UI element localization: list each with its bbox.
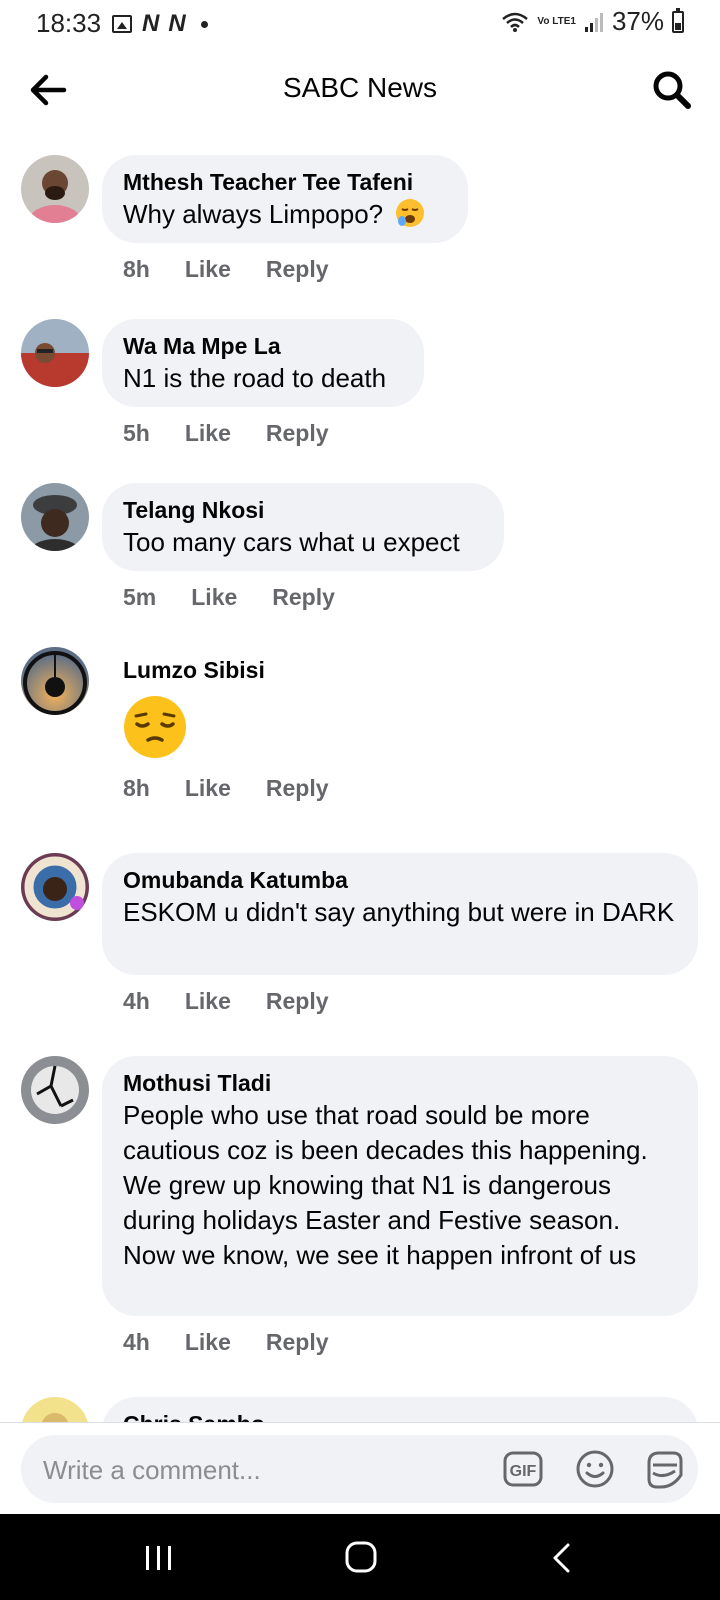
avatar[interactable] — [21, 647, 89, 715]
n-icon: N — [168, 10, 185, 37]
comment-author[interactable]: Chris Sambo — [123, 1409, 678, 1422]
avatar[interactable] — [21, 853, 89, 921]
comment-text: Too many cars what u expect — [123, 527, 460, 557]
comments-list: Mthesh Teacher Tee Tafeni Why always Lim… — [0, 132, 720, 1422]
reply-button[interactable]: Reply — [266, 256, 329, 283]
signal-icon — [584, 12, 603, 32]
network-type: Vo LTE1 — [537, 15, 576, 27]
comment-author[interactable]: Mothusi Tladi — [123, 1068, 678, 1098]
comment-author[interactable]: Telang Nkosi — [123, 495, 484, 525]
like-button[interactable]: Like — [185, 988, 231, 1015]
emoji-icon[interactable] — [575, 1449, 615, 1489]
reply-button[interactable]: Reply — [266, 420, 329, 447]
comment-time: 4h — [123, 988, 150, 1014]
reply-button[interactable]: Reply — [272, 584, 335, 611]
comment-text: People who use that road sould be more c… — [123, 1100, 648, 1270]
like-button[interactable]: Like — [191, 584, 237, 611]
recents-icon[interactable] — [144, 1544, 174, 1572]
comment-actions: 8h Like Reply — [123, 775, 364, 802]
gallery-icon — [112, 15, 132, 33]
gif-icon[interactable]: GIF — [503, 1449, 543, 1489]
n-icon: N — [142, 10, 159, 37]
comment-author[interactable]: Lumzo Sibisi — [123, 657, 265, 684]
battery-icon — [672, 7, 684, 33]
comment-time: 4h — [123, 1329, 150, 1355]
avatar[interactable] — [21, 483, 89, 551]
avatar[interactable] — [21, 155, 89, 223]
crying-face-emoji-icon — [396, 199, 425, 227]
comment-actions: 5m Like Reply — [123, 584, 370, 611]
wifi-icon — [502, 12, 529, 32]
reply-button[interactable]: Reply — [266, 988, 329, 1015]
system-nav-bar — [0, 1514, 720, 1600]
comment-text: Why always Limpopo? — [123, 197, 448, 232]
like-button[interactable]: Like — [185, 1329, 231, 1356]
status-right: Vo LTE1 37% — [501, 6, 684, 37]
comment-author[interactable]: Wa Ma Mpe La — [123, 331, 404, 361]
search-icon[interactable] — [650, 68, 694, 112]
notification-icons: N N — [112, 10, 208, 38]
app-header: SABC News — [0, 48, 720, 132]
dot-icon — [200, 20, 208, 28]
comment-time: 8h — [123, 775, 150, 801]
comment-time: 5h — [123, 420, 150, 446]
comment-input[interactable]: Write a comment... GIF — [21, 1435, 698, 1503]
comment-bubble[interactable]: Chris Sambo — [102, 1397, 698, 1422]
comment-composer: Write a comment... GIF — [0, 1422, 720, 1515]
comment-emoji — [122, 694, 188, 765]
comment-bubble[interactable]: Wa Ma Mpe La N1 is the road to death — [102, 319, 424, 407]
comment-input-placeholder: Write a comment... — [43, 1455, 261, 1485]
comment-text-body: Why always Limpopo? — [123, 199, 384, 229]
reply-button[interactable]: Reply — [266, 775, 329, 802]
pensive-face-emoji-icon — [124, 696, 186, 758]
battery-percent: 37% — [611, 6, 664, 36]
page-title: SABC News — [282, 72, 438, 103]
status-time: 18:33 — [36, 8, 102, 38]
gif-label: GIF — [510, 1463, 537, 1480]
avatar[interactable] — [21, 319, 89, 387]
comment-text: N1 is the road to death — [123, 363, 387, 393]
comment-author[interactable]: Mthesh Teacher Tee Tafeni — [123, 167, 448, 197]
avatar[interactable] — [21, 1397, 89, 1422]
back-icon[interactable] — [550, 1542, 572, 1574]
comment-actions: 8h Like Reply — [123, 256, 364, 283]
comment-bubble[interactable]: Omubanda Katumba ESKOM u didn't say anyt… — [102, 853, 698, 975]
comment-bubble[interactable]: Mothusi Tladi People who use that road s… — [102, 1056, 698, 1316]
comment-bubble[interactable]: Mthesh Teacher Tee Tafeni Why always Lim… — [102, 155, 468, 243]
like-button[interactable]: Like — [185, 420, 231, 447]
status-bar: 18:33 N N Vo LTE1 37% — [0, 0, 720, 48]
comment-actions: 4h Like Reply — [123, 988, 364, 1015]
comment-actions: 5h Like Reply — [123, 420, 364, 447]
comment-time: 5m — [123, 584, 157, 610]
sticker-icon[interactable] — [643, 1449, 685, 1491]
comment-text: ESKOM u didn't say anything but were in … — [123, 897, 675, 927]
comment-bubble[interactable]: Telang Nkosi Too many cars what u expect — [102, 483, 504, 571]
like-button[interactable]: Like — [185, 256, 231, 283]
like-button[interactable]: Like — [185, 775, 231, 802]
reply-button[interactable]: Reply — [266, 1329, 329, 1356]
comment-time: 8h — [123, 256, 150, 282]
comment-actions: 4h Like Reply — [123, 1329, 364, 1356]
avatar[interactable] — [21, 1056, 89, 1124]
home-icon[interactable] — [344, 1540, 378, 1574]
comment-author[interactable]: Omubanda Katumba — [123, 865, 678, 895]
